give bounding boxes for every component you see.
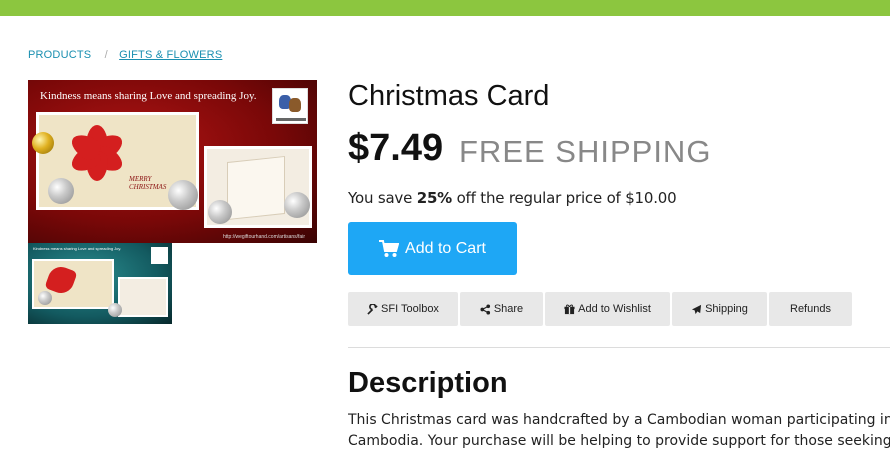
sfi-toolbox-button[interactable]: SFI Toolbox (348, 292, 458, 326)
gold-ornament (32, 132, 54, 154)
silver-ornament (208, 200, 232, 224)
thumbnail-logo (151, 247, 168, 264)
shipping-button[interactable]: Shipping (672, 292, 767, 326)
description-heading: Description (348, 367, 508, 399)
add-to-cart-button[interactable]: Add to Cart (348, 222, 517, 275)
add-to-wishlist-button[interactable]: Add to Wishlist (545, 292, 670, 326)
share-button[interactable]: Share (460, 292, 543, 326)
wrench-icon (367, 303, 378, 315)
description-text: This Christmas card was handcrafted by a… (348, 410, 890, 451)
product-main-image[interactable]: Kindness means sharing Love and spreadin… (28, 80, 317, 243)
breadcrumb-separator: / (104, 49, 108, 61)
add-to-cart-label: Add to Cart (405, 239, 486, 257)
thumbnail-tagline: Kindness means sharing Love and spreadin… (33, 246, 122, 251)
cart-icon (379, 239, 400, 257)
plane-icon (691, 304, 702, 314)
savings-text: You save 25% off the regular price of $1… (348, 189, 677, 207)
product-title: Christmas Card (348, 80, 550, 112)
savings-percent: 25% (416, 189, 453, 207)
product-thumbnail[interactable]: Kindness means sharing Love and spreadin… (28, 243, 172, 324)
free-shipping-label: FREE SHIPPING (459, 134, 712, 169)
card-greeting: MERRY CHRISTMAS (129, 175, 167, 191)
thumbnail-card-back (118, 277, 168, 317)
silver-ornament (284, 192, 310, 218)
description-line: Cambodia. Your purchase will be helping … (348, 433, 890, 449)
description-line: This Christmas card was handcrafted by a… (348, 412, 890, 428)
top-accent-bar (0, 0, 890, 16)
gift-icon (564, 304, 575, 314)
breadcrumb-products-link[interactable]: PRODUCTS (28, 49, 91, 61)
hands-logo (272, 88, 308, 124)
poinsettia-flower (67, 125, 127, 181)
image-url-text: http://wegiftourhand.com/artisans/fair (223, 234, 305, 240)
product-price: $7.49 (348, 127, 444, 169)
silver-ornament (168, 180, 198, 210)
breadcrumb-gifts-flowers-link[interactable]: GIFTS & FLOWERS (119, 49, 222, 61)
silver-ornament (48, 178, 74, 204)
refunds-button[interactable]: Refunds (769, 292, 852, 326)
share-icon (480, 303, 490, 315)
section-divider (348, 347, 890, 348)
image-tagline: Kindness means sharing Love and spreadin… (40, 90, 257, 102)
breadcrumb: PRODUCTS / GIFTS & FLOWERS (28, 49, 222, 61)
